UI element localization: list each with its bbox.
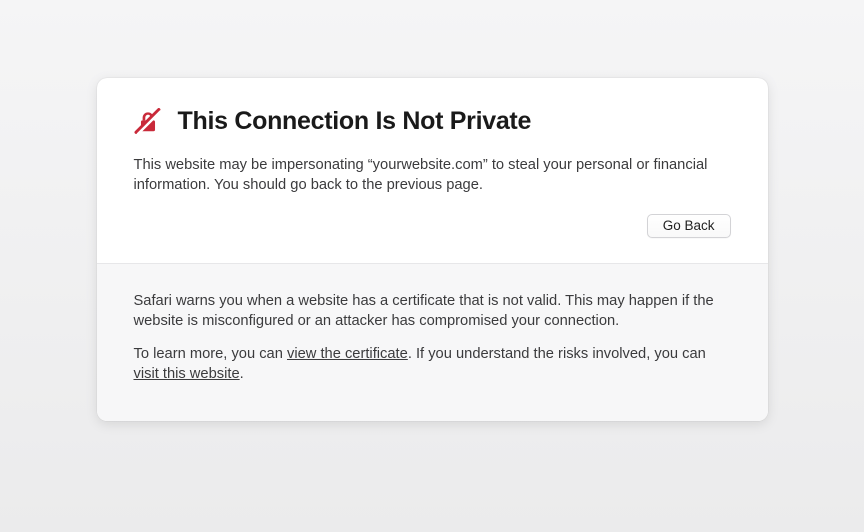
warning-title: This Connection Is Not Private <box>178 107 532 136</box>
warning-header: This Connection Is Not Private <box>134 107 731 136</box>
visit-website-link[interactable]: visit this website <box>134 366 240 382</box>
learn-more-text: To learn more, you can view the certific… <box>134 345 731 385</box>
certificate-warning-text: Safari warns you when a website has a ce… <box>134 292 731 332</box>
warning-details: Safari warns you when a website has a ce… <box>97 263 768 421</box>
learn-more-prefix: To learn more, you can <box>134 346 287 362</box>
warning-description: This website may be impersonating “yourw… <box>134 156 731 196</box>
view-certificate-link[interactable]: view the certificate <box>287 346 408 362</box>
warning-panel-top: This Connection Is Not Private This webs… <box>97 78 768 263</box>
go-back-button[interactable]: Go Back <box>647 214 731 238</box>
risk-middle-text: . If you understand the risks involved, … <box>408 346 706 362</box>
insecure-lock-icon <box>134 108 162 135</box>
learn-more-suffix: . <box>240 366 244 382</box>
warning-panel: This Connection Is Not Private This webs… <box>97 78 768 421</box>
button-row: Go Back <box>134 214 731 238</box>
